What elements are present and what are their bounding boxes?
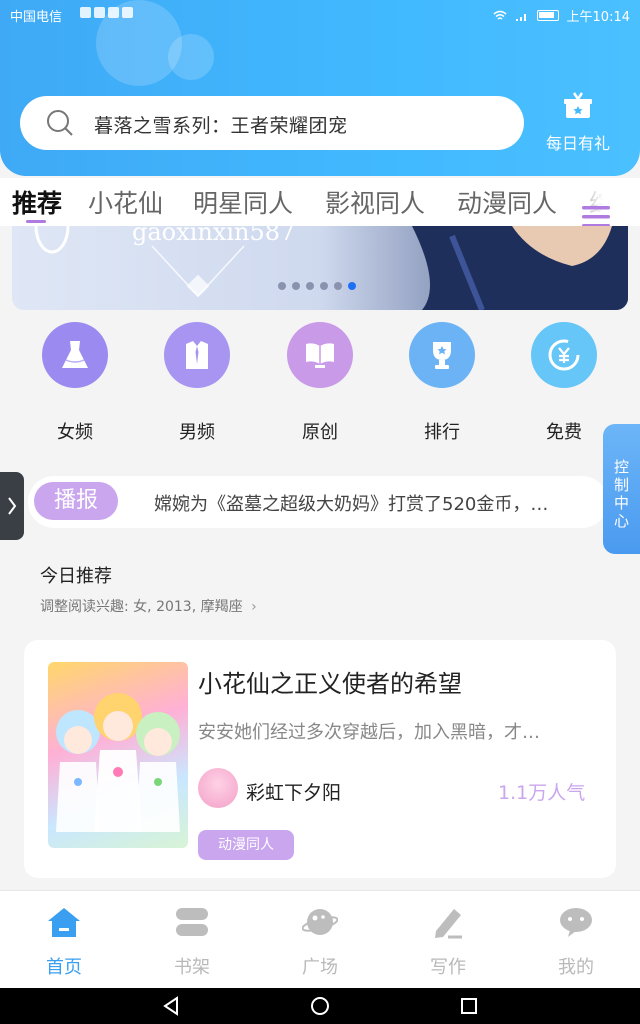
recents-icon[interactable] [461,998,477,1014]
signal-icon [515,13,526,21]
nav-label: 首页 [46,957,82,978]
coin-icon [531,322,597,388]
chevron-right-icon [8,497,17,515]
nav-home[interactable]: 首页 [24,905,104,979]
interest-adjust-link[interactable]: 调整阅读兴趣: 女, 2013, 摩羯座 › [40,596,257,616]
banner-pagination [278,282,356,290]
notification-icon [94,7,105,18]
broadcast-ticker[interactable]: 播报 嫦婉为《盗墓之超级大奶妈》打赏了520金币，… [28,476,608,528]
nav-bookshelf[interactable]: 书架 [152,905,232,979]
planet-icon [301,909,339,935]
notification-icon [122,7,133,18]
bookshelf-icon [176,908,208,936]
book-cover [48,662,188,848]
book-title: 小花仙之正义使者的希望 [198,670,462,698]
pen-icon [435,909,462,939]
category-original[interactable]: 原创 [275,322,365,444]
tab-celebrity-fanfic[interactable]: 明星同人 [193,184,293,220]
wifi-icon [493,10,507,20]
book-card[interactable]: 小花仙之正义使者的希望 安安她们经过多次穿越后，加入黑暗，才… 彩虹下夕阳 1.… [24,640,616,878]
category-label: 男频 [179,422,215,443]
pagination-dot[interactable] [320,282,328,290]
shirt-icon [164,322,230,388]
section-title: 今日推荐 [40,566,112,587]
decor-bubble [168,34,214,80]
gift-icon [564,92,592,118]
system-nav-bar [0,988,640,1024]
dress-icon [42,322,108,388]
header: 中国电信 上午10:14 暮落之雪系列：王者荣耀团宠 每日有礼 [0,0,640,176]
daily-gift-label: 每日有礼 [545,134,610,153]
search-icon [47,110,73,136]
interest-adjust-label: 调整阅读兴趣: 女, 2013, 摩羯座 [40,599,243,615]
pagination-dot[interactable] [348,282,356,290]
category-label: 排行 [424,422,460,443]
pagination-dot[interactable] [278,282,286,290]
control-center-label: 控制中心 [613,458,629,530]
active-tab-indicator [26,220,46,223]
battery-icon [536,10,559,21]
clock: 上午10:14 [566,10,630,25]
category-label: 原创 [302,422,338,443]
home-icon [48,908,80,937]
nav-label: 我的 [558,957,594,978]
nav-label: 广场 [302,957,338,978]
nav-write[interactable]: 写作 [408,905,488,979]
category-female[interactable]: 女频 [30,322,120,444]
carrier-label: 中国电信 [10,10,63,25]
nav-label: 书架 [174,957,210,978]
book-icon [287,322,353,388]
pagination-dot[interactable] [334,282,342,290]
banner-art [34,226,628,310]
category-free[interactable]: 免费 [519,322,609,444]
trophy-icon [409,322,475,388]
genre-tag[interactable]: 动漫同人 [198,830,294,860]
pagination-dot[interactable] [292,282,300,290]
broadcast-badge: 播报 [34,482,118,520]
search-bar[interactable]: 暮落之雪系列：王者荣耀团宠 [20,96,524,150]
category-male[interactable]: 男频 [152,322,242,444]
nav-label: 写作 [430,957,466,978]
side-drawer-handle[interactable] [0,472,24,540]
tab-film-fanfic[interactable]: 影视同人 [325,184,425,220]
home-button-icon[interactable] [311,997,329,1015]
nav-mine[interactable]: 我的 [536,905,616,979]
promo-banner[interactable]: gaoxinxin587 [12,226,628,310]
category-tabs: 推荐 小花仙 明星同人 影视同人 动漫同人 综影 [0,178,640,226]
search-query: 暮落之雪系列：王者荣耀团宠 [94,115,348,137]
author-avatar[interactable] [198,768,238,808]
tab-xiaohuaxian[interactable]: 小花仙 [88,184,163,220]
author-name[interactable]: 彩虹下夕阳 [246,778,341,805]
notification-icon [80,7,91,18]
category-shortcuts: 女频 男频 原创 排行 免费 [0,322,640,452]
back-icon[interactable] [163,996,178,1016]
daily-gift-button[interactable]: 每日有礼 [540,92,616,156]
bottom-navigation: 首页 书架 广场 写作 我的 [0,890,640,988]
pagination-dot[interactable] [306,282,314,290]
broadcast-message: 嫦婉为《盗墓之超级大奶妈》打赏了520金币，… [154,494,549,515]
chat-icon [560,908,592,937]
control-center-button[interactable]: 控制中心 [603,424,640,554]
category-label: 免费 [546,422,582,443]
system-status: 上午10:14 [493,6,630,25]
popularity-count: 1.1万人气 [498,782,586,804]
category-label: 女频 [57,422,93,443]
book-description: 安安她们经过多次穿越后，加入黑暗，才… [198,722,540,743]
nav-square[interactable]: 广场 [280,905,360,979]
app-screen: 中国电信 上午10:14 暮落之雪系列：王者荣耀团宠 每日有礼 推荐 小花仙 明… [0,0,640,1024]
chevron-right-icon: › [251,599,257,615]
status-bar: 中国电信 上午10:14 [0,0,640,28]
notification-icon [108,7,119,18]
banner-watermark: gaoxinxin587 [132,226,296,246]
tab-recommend[interactable]: 推荐 [12,184,62,220]
tab-anime-fanfic[interactable]: 动漫同人 [457,184,557,220]
notification-icons [80,7,133,18]
category-ranking[interactable]: 排行 [397,322,487,444]
